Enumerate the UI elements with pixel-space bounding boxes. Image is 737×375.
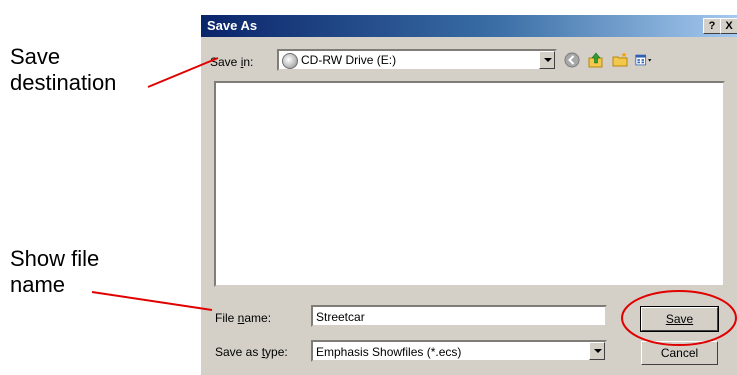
views-icon[interactable] — [635, 51, 653, 69]
save-as-type-value: Emphasis Showfiles (*.ecs) — [316, 345, 462, 359]
chevron-down-icon[interactable] — [589, 342, 605, 360]
save-in-label: Save in: — [210, 55, 254, 69]
save-in-value: CD-RW Drive (E:) — [301, 53, 397, 67]
dialog-title: Save As — [207, 18, 258, 33]
callout-line-file-name — [91, 291, 213, 311]
close-button[interactable]: X — [720, 18, 737, 34]
up-folder-icon[interactable] — [587, 51, 605, 69]
save-as-type-dropdown[interactable]: Emphasis Showfiles (*.ecs) — [311, 340, 607, 362]
file-name-value: Streetcar — [316, 310, 365, 324]
callout-show-file-name: Show file name — [10, 246, 99, 298]
file-name-label: File name: — [215, 311, 272, 325]
save-in-dropdown[interactable]: CD-RW Drive (E:) — [277, 49, 557, 71]
save-button[interactable]: Save — [640, 306, 719, 332]
save-as-dialog: Save As ? X Save in: CD-RW Drive (E:) Fi… — [200, 14, 737, 375]
callout-save-destination: Save destination — [10, 44, 116, 96]
save-as-type-label: Save as type: — [215, 345, 288, 359]
title-bar[interactable]: Save As ? X — [201, 15, 737, 37]
callout-show-file-name-text: Show file name — [10, 246, 100, 297]
save-button-label: Save — [665, 312, 694, 326]
file-name-input[interactable]: Streetcar — [311, 305, 607, 327]
chevron-down-icon[interactable] — [539, 51, 555, 69]
help-button[interactable]: ? — [703, 18, 721, 34]
drive-icon — [282, 53, 298, 69]
new-folder-icon[interactable] — [611, 51, 629, 69]
back-icon[interactable] — [563, 51, 581, 69]
file-list[interactable] — [214, 81, 725, 287]
cancel-button[interactable]: Cancel — [641, 341, 718, 365]
callout-save-destination-text: Save destination — [10, 44, 117, 95]
